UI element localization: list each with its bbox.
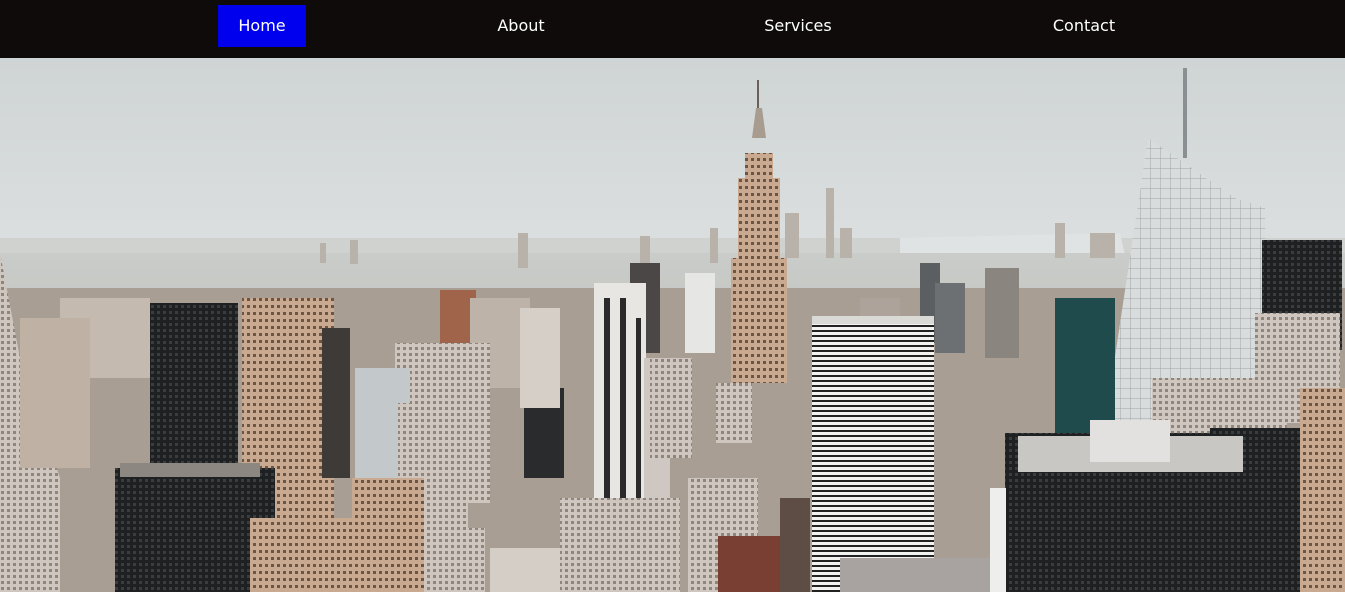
nav-contact-link[interactable]: Contact xyxy=(1042,5,1126,47)
cityscape-illustration xyxy=(0,58,1345,592)
nav-home-link[interactable]: Home xyxy=(218,5,306,47)
hero-cityscape-image xyxy=(0,58,1345,592)
nav-about-link[interactable]: About xyxy=(482,5,560,47)
top-navbar: Home About Services Contact xyxy=(0,0,1345,58)
nav-services-link[interactable]: Services xyxy=(752,5,844,47)
